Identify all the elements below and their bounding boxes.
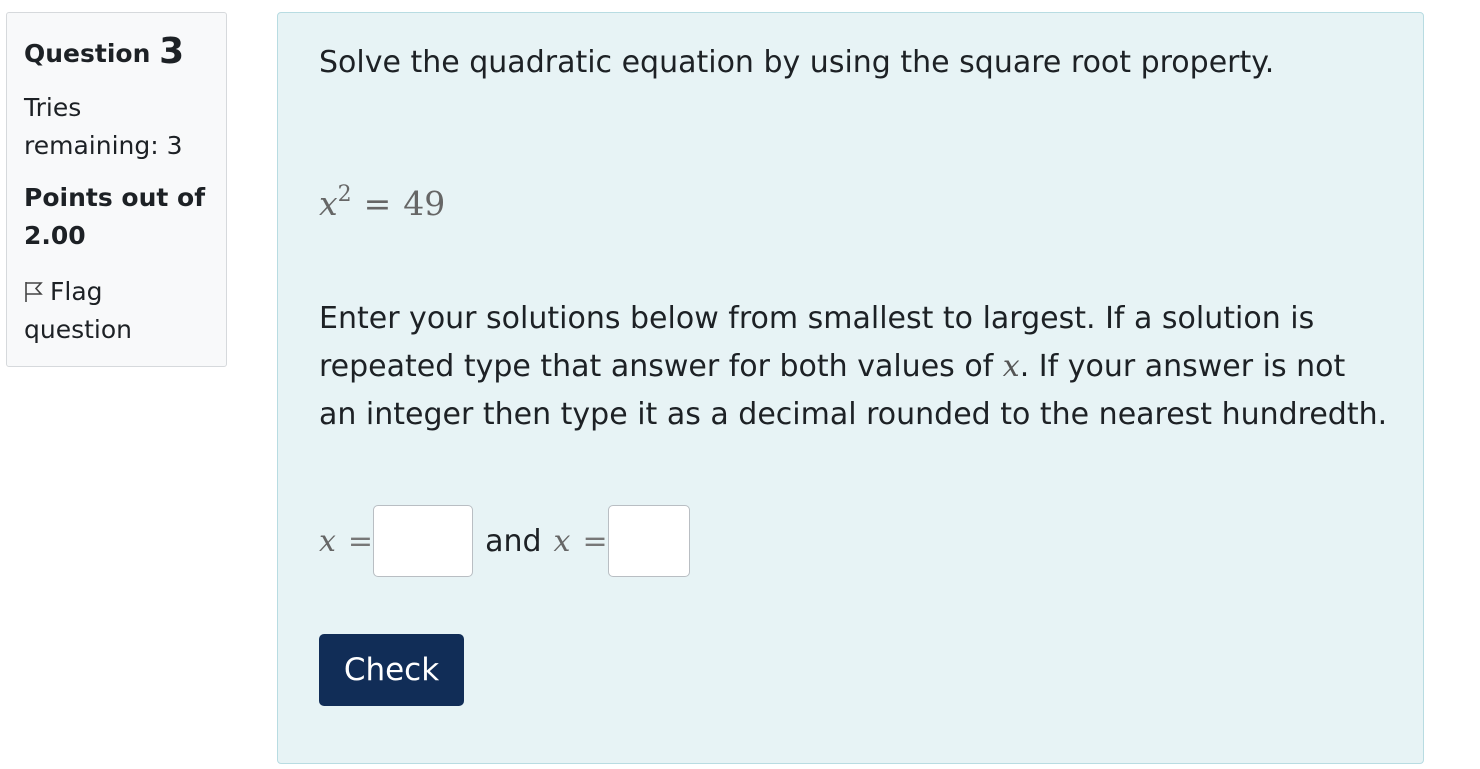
points-label: Points out of [24,183,206,212]
question-prompt: Solve the quadratic equation by using th… [319,45,1275,80]
tries-label: Tries remaining: [24,93,159,160]
points-value: 2.00 [24,221,86,250]
points-info: Points out of 2.00 [24,179,210,255]
equation-rhs: 49 [403,184,446,223]
answer-input-1[interactable] [373,505,474,577]
equation: x2 = 49 [319,175,445,224]
check-button[interactable]: Check [319,634,464,706]
answer-equals-1: = [347,523,374,559]
question-label: Question [24,39,151,68]
answer-input-2[interactable] [607,505,690,577]
and-label: and [485,523,542,559]
flag-icon [25,282,43,302]
flag-question-link[interactable]: Flag question [24,273,210,349]
instructions-variable: x [1002,349,1020,384]
equation-exponent: 2 [337,182,352,207]
tries-remaining: Tries remaining: 3 [24,89,210,165]
instructions: Enter your solutions below from smallest… [319,295,1389,439]
answer-row: x = and x = [319,503,690,579]
answer-variable-1: x [319,523,336,559]
question-content: Solve the quadratic equation by using th… [277,12,1424,764]
question-heading: Question 3 [24,34,210,73]
equation-operator: = [363,184,392,223]
tries-value: 3 [166,131,183,160]
question-info-panel: Question 3 Tries remaining: 3 Points out… [6,12,227,367]
equation-variable: x [319,184,338,223]
answer-equals-2: = [582,523,608,559]
answer-variable-2: x [553,523,571,559]
question-number: 3 [159,31,185,72]
